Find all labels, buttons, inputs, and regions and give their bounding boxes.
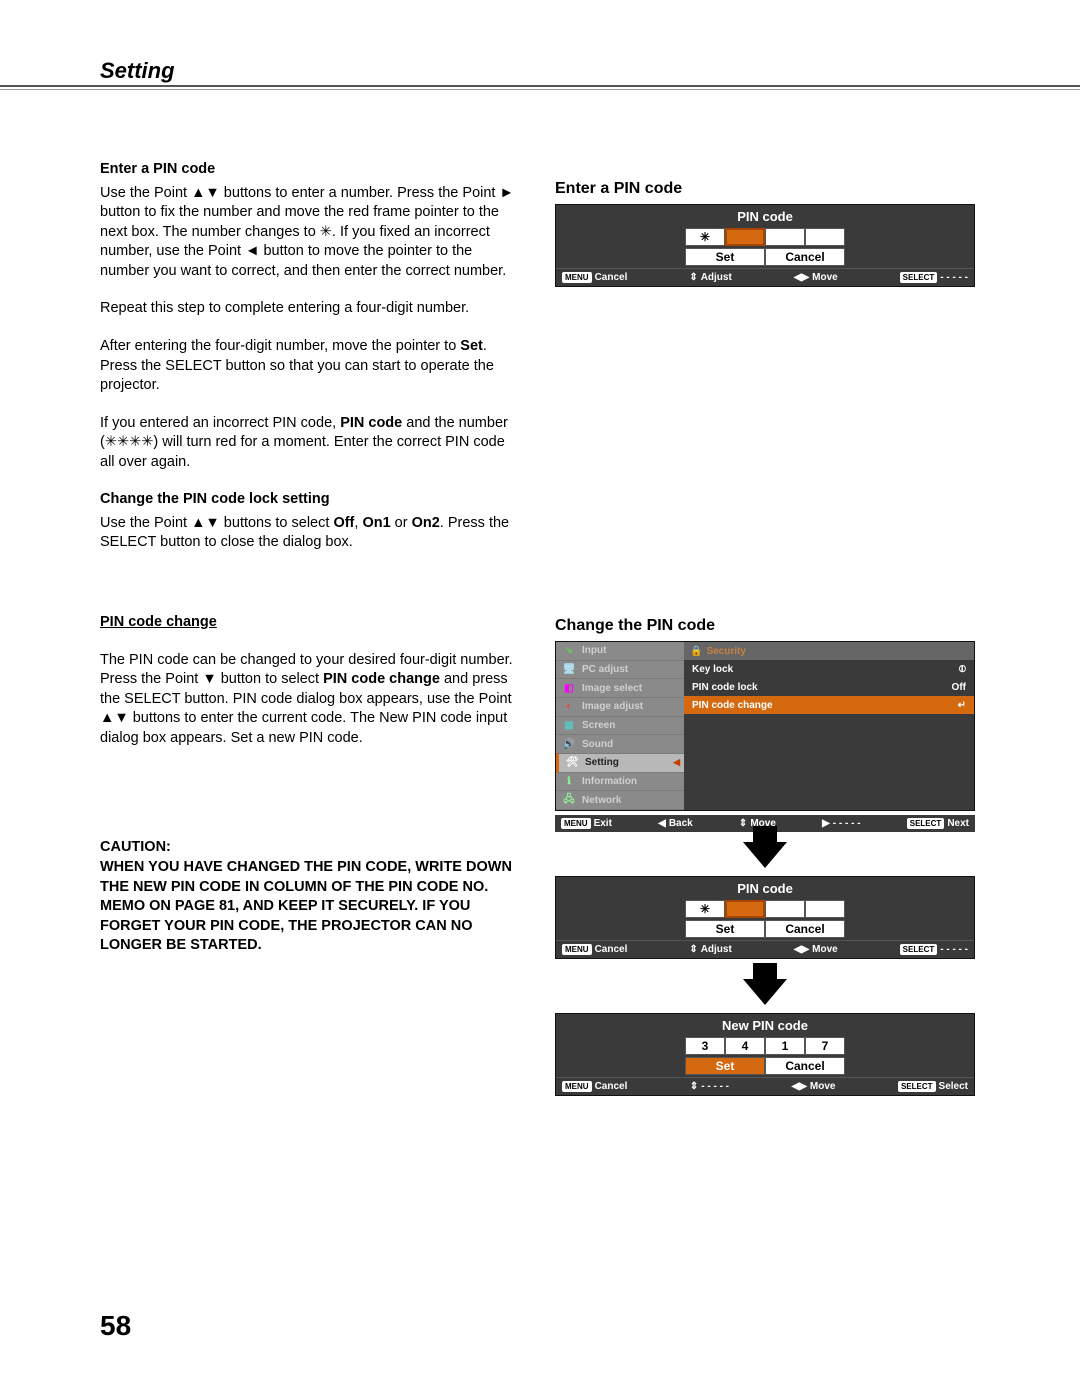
sidebar-item-label: Image adjust: [582, 701, 643, 712]
menu-icon: ◐: [562, 700, 576, 714]
pin-cell[interactable]: 4: [725, 1037, 765, 1055]
osd-settings-menu: ↘ Input 🖥 PC adjust ◧ Image select ◐ Image adju…: [555, 641, 975, 811]
menu-badge: MENU: [562, 272, 592, 283]
menu-line-pin-code-lock[interactable]: PIN code lock Off: [684, 678, 974, 696]
page-number: 58: [100, 1310, 131, 1342]
sidebar-item-pc-adjust[interactable]: 🖥 PC adjust: [556, 661, 684, 680]
osd-footer: MENUCancel ⇕Adjust ◀▶Move SELECT- - - - …: [556, 268, 974, 286]
pin-buttons-row: Set Cancel: [556, 248, 974, 266]
menu-header: 🔒 Security: [684, 642, 974, 660]
pin-cell[interactable]: ✳: [685, 900, 725, 918]
fig-title-enter-pin: Enter a PIN code: [555, 180, 975, 198]
sidebar-item-label: Input: [582, 645, 606, 656]
heading-pin-change: PIN code change: [100, 613, 520, 633]
osd-title: New PIN code: [556, 1014, 974, 1035]
osd-title: PIN code: [556, 877, 974, 898]
menu-line-key-lock[interactable]: Key lock ⦶: [684, 660, 974, 678]
rule-top-thin: [0, 89, 1080, 90]
menu-badge: MENU: [561, 818, 591, 829]
osd-new-pin: New PIN code 3 4 1 7 Set Cancel MENUCanc…: [555, 1013, 975, 1096]
lock-icon: 🔒: [690, 646, 702, 657]
osd-pin-step2: PIN code ✳ Set Cancel MENUCancel ⇕Adjust…: [555, 876, 975, 959]
down-arrow-icon: [743, 979, 787, 1005]
menu-icon: 🔊: [562, 737, 576, 751]
para-4: If you entered an incorrect PIN code, PI…: [100, 414, 520, 473]
menu-line-value: ↵: [958, 700, 966, 711]
sidebar-item-image-adjust[interactable]: ◐ Image adjust: [556, 698, 684, 717]
caution-block: CAUTION: WHEN YOU HAVE CHANGED THE PIN C…: [100, 838, 520, 955]
menu-icon: ↘: [562, 644, 576, 658]
pin-cell[interactable]: [805, 228, 845, 246]
pin-cell[interactable]: ✳: [685, 228, 725, 246]
menu-line-label: PIN code change: [692, 700, 773, 711]
menu-sidebar: ↘ Input 🖥 PC adjust ◧ Image select ◐ Image adju…: [556, 642, 684, 810]
cancel-button[interactable]: Cancel: [765, 248, 845, 266]
menu-line-value: Off: [952, 682, 966, 693]
fig-title-change-pin: Change the PIN code: [555, 617, 975, 635]
right-column: Enter a PIN code PIN code ✳ Set Cancel M…: [555, 180, 975, 1116]
pin-cell[interactable]: 1: [765, 1037, 805, 1055]
spacer: [555, 307, 975, 617]
rule-top-thick: [0, 85, 1080, 87]
select-badge: SELECT: [907, 818, 945, 829]
page-title: Setting: [100, 58, 175, 84]
menu-icon: ▦: [562, 719, 576, 733]
menu-icon: ◧: [562, 681, 576, 695]
sidebar-item-information[interactable]: ℹ Information: [556, 773, 684, 792]
pin-cell-selected[interactable]: [725, 900, 765, 918]
set-button[interactable]: Set: [685, 1057, 765, 1075]
sidebar-item-label: Screen: [582, 720, 615, 731]
pin-cell[interactable]: 3: [685, 1037, 725, 1055]
pin-cell[interactable]: 7: [805, 1037, 845, 1055]
menu-line-pin-code-change[interactable]: PIN code change ↵: [684, 696, 974, 714]
menu-line-label: Key lock: [692, 664, 733, 675]
para-1: Use the Point ▲▼ buttons to enter a numb…: [100, 184, 520, 282]
sidebar-item-image-select[interactable]: ◧ Image select: [556, 679, 684, 698]
sidebar-item-label: Setting: [585, 757, 619, 768]
sidebar-item-label: Network: [582, 795, 621, 806]
set-button[interactable]: Set: [685, 248, 765, 266]
heading-change-lock: Change the PIN code lock setting: [100, 490, 520, 510]
para-3: After entering the four-digit number, mo…: [100, 337, 520, 396]
sidebar-item-label: Sound: [582, 739, 613, 750]
para-2: Repeat this step to complete entering a …: [100, 299, 520, 319]
down-arrow-icon: [743, 842, 787, 868]
osd-enter-pin: PIN code ✳ Set Cancel MENUCancel ⇕Adjust…: [555, 204, 975, 287]
menu-line-value: ⦶: [959, 664, 966, 675]
sidebar-item-sound[interactable]: 🔊 Sound: [556, 735, 684, 754]
para-5: Use the Point ▲▼ buttons to select Off, …: [100, 514, 520, 553]
menu-main: 🔒 Security Key lock⦶PIN code lockOffPIN …: [684, 642, 974, 810]
pin-cell[interactable]: [805, 900, 845, 918]
select-badge: SELECT: [900, 272, 938, 283]
sidebar-item-label: Image select: [582, 683, 642, 694]
menu-icon: 🖥: [562, 663, 576, 677]
pin-cells-row: ✳: [556, 228, 974, 246]
para-6: The PIN code can be changed to your desi…: [100, 651, 520, 749]
osd-footer: MENUCancel ⇕Adjust ◀▶Move SELECT- - - - …: [556, 940, 974, 958]
sidebar-item-label: PC adjust: [582, 664, 628, 675]
pin-cell[interactable]: [765, 228, 805, 246]
sidebar-item-input[interactable]: ↘ Input: [556, 642, 684, 661]
sidebar-item-network[interactable]: 🖧 Network: [556, 791, 684, 810]
left-column: Enter a PIN code Use the Point ▲▼ button…: [100, 160, 520, 974]
osd-footer: MENUCancel ⇕- - - - - ◀▶Move SELECTSelec…: [556, 1077, 974, 1095]
menu-icon: 🖧: [562, 793, 576, 807]
set-button[interactable]: Set: [685, 920, 765, 938]
sidebar-item-setting[interactable]: 🛠 Setting: [556, 754, 684, 773]
cancel-button[interactable]: Cancel: [765, 920, 845, 938]
pin-cell-selected[interactable]: [725, 228, 765, 246]
sidebar-item-label: Information: [582, 776, 637, 787]
heading-enter-pin: Enter a PIN code: [100, 160, 520, 180]
menu-line-label: PIN code lock: [692, 682, 758, 693]
sidebar-item-screen[interactable]: ▦ Screen: [556, 717, 684, 736]
menu-icon: ℹ: [562, 775, 576, 789]
menu-icon: 🛠: [565, 756, 579, 770]
pin-cell[interactable]: [765, 900, 805, 918]
osd-title: PIN code: [556, 205, 974, 226]
cancel-button[interactable]: Cancel: [765, 1057, 845, 1075]
